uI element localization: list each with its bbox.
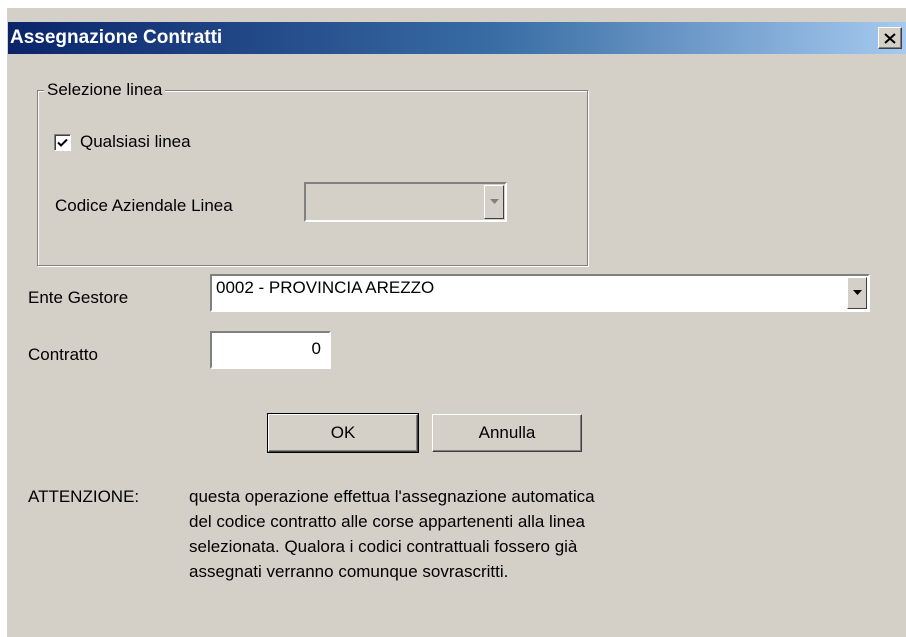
warning-text: questa operazione effettua l'assegnazion… bbox=[189, 484, 595, 584]
warning-line: selezionata. Qualora i codici contrattua… bbox=[189, 537, 578, 556]
any-line-label[interactable]: Qualsiasi linea bbox=[80, 132, 191, 152]
checkmark-icon bbox=[57, 138, 68, 147]
title-bar[interactable]: Assegnazione Contratti bbox=[8, 22, 906, 54]
chevron-down-icon bbox=[489, 199, 499, 204]
ok-button[interactable]: OK bbox=[267, 413, 419, 453]
line-selection-group bbox=[37, 90, 588, 266]
close-button[interactable] bbox=[878, 27, 902, 49]
warning-line: questa operazione effettua l'assegnazion… bbox=[189, 487, 595, 506]
ente-gestore-value: 0002 - PROVINCIA AREZZO bbox=[216, 278, 435, 297]
warning-line: assegnati verranno comunque sovrascritti… bbox=[189, 562, 509, 581]
window-title: Assegnazione Contratti bbox=[10, 27, 223, 48]
cancel-button[interactable]: Annulla bbox=[432, 414, 582, 452]
chevron-down-icon bbox=[852, 290, 862, 295]
group-title: Selezione linea bbox=[44, 80, 166, 100]
line-code-label: Codice Aziendale Linea bbox=[55, 196, 233, 215]
dialog-window: Assegnazione Contratti Selezione linea Q… bbox=[7, 8, 906, 637]
line-code-combo bbox=[304, 182, 507, 222]
contract-input[interactable]: 0 bbox=[210, 331, 331, 369]
any-line-checkbox[interactable] bbox=[54, 134, 71, 151]
close-icon bbox=[884, 32, 896, 44]
warning-prefix: ATTENZIONE: bbox=[28, 487, 140, 506]
contract-label: Contratto bbox=[28, 345, 98, 364]
line-code-dropdown-button bbox=[484, 185, 504, 219]
contract-value: 0 bbox=[311, 339, 321, 358]
ente-gestore-label: Ente Gestore bbox=[28, 288, 129, 307]
ente-gestore-dropdown-button[interactable] bbox=[847, 277, 867, 309]
warning-line: del codice contratto alle corse apparten… bbox=[189, 512, 585, 531]
ente-gestore-combo[interactable]: 0002 - PROVINCIA AREZZO bbox=[210, 274, 870, 312]
